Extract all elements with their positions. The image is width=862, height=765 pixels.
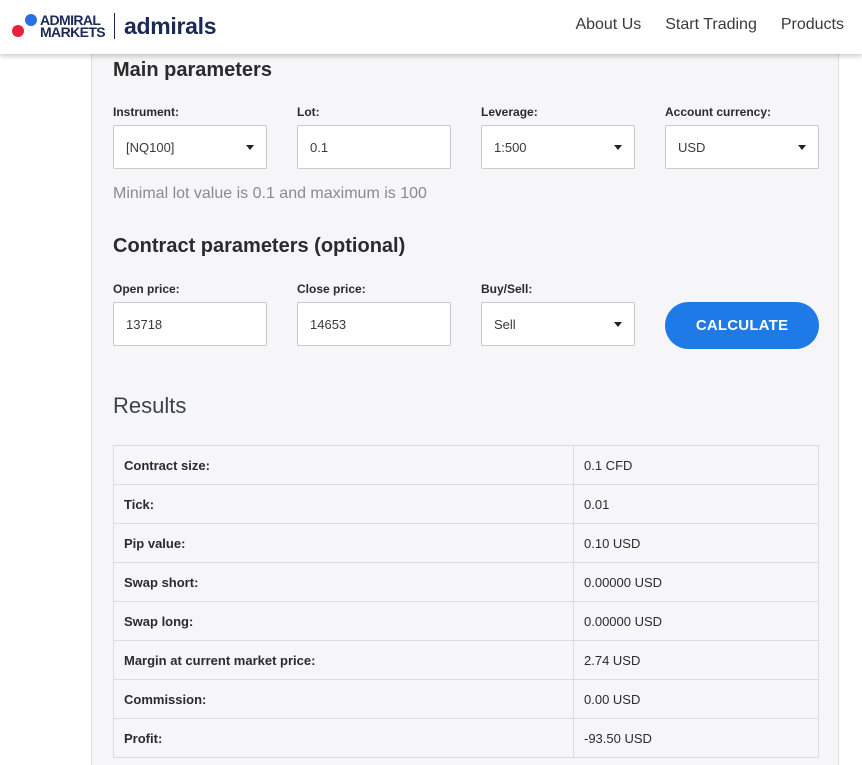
result-key: Swap long:: [113, 601, 574, 641]
close-price-input[interactable]: [310, 316, 438, 332]
table-row: Commission: 0.00 USD: [113, 679, 819, 719]
leverage-label: Leverage:: [481, 105, 538, 119]
account-currency-select[interactable]: USD: [665, 125, 819, 169]
buy-sell-label: Buy/Sell:: [481, 282, 533, 296]
results-table: Contract size: 0.1 CFD Tick: 0.01 Pip va…: [113, 445, 819, 758]
calculate-button[interactable]: CALCULATE: [665, 302, 819, 349]
main-parameters-title: Main parameters: [113, 59, 272, 81]
results-title: Results: [113, 393, 187, 418]
lot-label: Lot:: [297, 105, 320, 119]
leverage-select[interactable]: 1:500: [481, 125, 635, 169]
open-price-label: Open price:: [113, 282, 180, 296]
result-value: 0.00 USD: [573, 679, 819, 719]
result-value: -93.50 USD: [573, 718, 819, 758]
logo-divider: [114, 13, 116, 39]
main-nav: About Us Start Trading Products: [575, 15, 844, 35]
result-value: 0.01: [573, 484, 819, 524]
chevron-down-icon: [246, 144, 254, 150]
result-value: 0.10 USD: [573, 523, 819, 563]
table-row: Contract size: 0.1 CFD: [113, 445, 819, 485]
buy-sell-select[interactable]: Sell: [481, 302, 635, 346]
result-key: Profit:: [113, 718, 574, 758]
result-key: Margin at current market price:: [113, 640, 574, 680]
calculator-panel: Main parameters Instrument: [NQ100] Lot:…: [91, 54, 839, 765]
result-value: 0.1 CFD: [573, 445, 819, 485]
close-price-field[interactable]: [297, 302, 451, 346]
logo-dots-icon: [10, 11, 40, 41]
nav-start-trading[interactable]: Start Trading: [665, 15, 757, 35]
table-row: Pip value: 0.10 USD: [113, 523, 819, 563]
table-row: Profit: -93.50 USD: [113, 718, 819, 758]
chevron-down-icon: [614, 144, 622, 150]
result-value: 0.00000 USD: [573, 562, 819, 602]
result-key: Pip value:: [113, 523, 574, 563]
site-header: ADMIRAL MARKETS admirals About Us Start …: [0, 0, 862, 54]
logo-wordmark: ADMIRAL MARKETS: [40, 13, 106, 40]
table-row: Tick: 0.01: [113, 484, 819, 524]
chevron-down-icon: [798, 144, 806, 150]
buy-sell-value: Sell: [494, 316, 516, 332]
result-key: Tick:: [113, 484, 574, 524]
table-row: Margin at current market price: 2.74 USD: [113, 640, 819, 680]
instrument-label: Instrument:: [113, 105, 179, 119]
open-price-field[interactable]: [113, 302, 267, 346]
nav-about-us[interactable]: About Us: [575, 15, 641, 35]
lot-field[interactable]: [297, 125, 451, 169]
result-key: Swap short:: [113, 562, 574, 602]
logo-brand: admirals: [124, 12, 217, 39]
leverage-value: 1:500: [494, 139, 527, 155]
account-currency-label: Account currency:: [665, 105, 772, 119]
result-key: Commission:: [113, 679, 574, 719]
logo[interactable]: ADMIRAL MARKETS admirals: [10, 11, 217, 41]
table-row: Swap short: 0.00000 USD: [113, 562, 819, 602]
chevron-down-icon: [614, 321, 622, 327]
logo-line-2: MARKETS: [40, 24, 106, 40]
open-price-input[interactable]: [126, 316, 254, 332]
instrument-value: [NQ100]: [126, 139, 175, 155]
result-key: Contract size:: [113, 445, 574, 485]
close-price-label: Close price:: [297, 282, 366, 296]
lot-input[interactable]: [310, 139, 438, 155]
table-row: Swap long: 0.00000 USD: [113, 601, 819, 641]
nav-products[interactable]: Products: [781, 15, 844, 35]
instrument-select[interactable]: [NQ100]: [113, 125, 267, 169]
contract-parameters-title: Contract parameters (optional): [113, 235, 406, 257]
account-currency-value: USD: [678, 139, 706, 155]
result-value: 2.74 USD: [573, 640, 819, 680]
result-value: 0.00000 USD: [573, 601, 819, 641]
lot-hint: Minimal lot value is 0.1 and maximum is …: [113, 185, 427, 202]
